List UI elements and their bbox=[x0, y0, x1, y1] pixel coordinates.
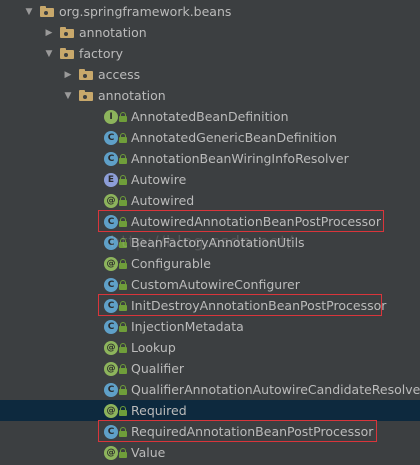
tree-row-factory-annotation-package[interactable]: ▼ annotation bbox=[0, 85, 420, 106]
tree-item-label: org.springframework.beans bbox=[59, 4, 232, 19]
tree-item-label: RequiredAnnotationBeanPostProcessor bbox=[131, 424, 374, 439]
lock-icon bbox=[119, 405, 127, 416]
tree-item-label: InjectionMetadata bbox=[131, 319, 244, 334]
tree-item-label: Autowired bbox=[131, 193, 195, 208]
annotation-icon: @ bbox=[104, 445, 118, 460]
annotation-icon: @ bbox=[104, 340, 118, 355]
lock-icon bbox=[119, 363, 127, 374]
tree-row-class[interactable]: @ Lookup bbox=[0, 337, 420, 358]
package-folder-icon bbox=[60, 48, 74, 59]
package-folder-icon bbox=[60, 27, 74, 38]
class-icon: C bbox=[104, 214, 118, 229]
tree-item-label: annotation bbox=[98, 88, 166, 103]
package-folder-icon bbox=[79, 69, 93, 80]
tree-row-class[interactable]: @ Autowired bbox=[0, 190, 420, 211]
tree-row-class[interactable]: @ Configurable bbox=[0, 253, 420, 274]
tree-item-label: CustomAutowireConfigurer bbox=[131, 277, 300, 292]
tree-row-class[interactable]: C AnnotationBeanWiringInfoResolver bbox=[0, 148, 420, 169]
tree-item-label: Configurable bbox=[131, 256, 211, 271]
tree-row-org-springframework-beans[interactable]: ▼ org.springframework.beans bbox=[0, 1, 420, 22]
lock-icon bbox=[119, 300, 127, 311]
tree-row-access-package[interactable]: ▶ access bbox=[0, 64, 420, 85]
lock-icon bbox=[119, 132, 127, 143]
tree-row-class[interactable]: @ Value bbox=[0, 442, 420, 463]
annotation-icon: @ bbox=[104, 361, 118, 376]
lock-icon bbox=[119, 237, 127, 248]
tree-item-label: AnnotatedGenericBeanDefinition bbox=[131, 130, 337, 145]
chevron-down-icon[interactable]: ▼ bbox=[63, 91, 73, 101]
tree-row-class[interactable]: C InjectionMetadata bbox=[0, 316, 420, 337]
package-folder-icon bbox=[79, 90, 93, 101]
lock-icon bbox=[119, 447, 127, 458]
annotation-icon: @ bbox=[104, 403, 118, 418]
tree-item-label: Lookup bbox=[131, 340, 176, 355]
tree-item-label: BeanFactoryAnnotationUtils bbox=[131, 235, 305, 250]
tree-item-label: AnnotatedBeanDefinition bbox=[131, 109, 289, 124]
lock-icon bbox=[119, 111, 127, 122]
tree-row-class[interactable]: E Autowire bbox=[0, 169, 420, 190]
tree-item-label: Autowire bbox=[131, 172, 187, 187]
lock-icon bbox=[119, 426, 127, 437]
interface-icon: I bbox=[104, 109, 118, 124]
tree-item-label: AnnotationBeanWiringInfoResolver bbox=[131, 151, 349, 166]
chevron-down-icon[interactable]: ▼ bbox=[44, 49, 54, 59]
package-folder-icon bbox=[40, 6, 54, 17]
tree-row-class[interactable]: @ Qualifier bbox=[0, 358, 420, 379]
tree-item-label: factory bbox=[79, 46, 124, 61]
lock-icon bbox=[119, 279, 127, 290]
class-icon: C bbox=[104, 424, 118, 439]
class-icon: C bbox=[104, 235, 118, 250]
tree-item-label: InitDestroyAnnotationBeanPostProcessor bbox=[131, 298, 387, 313]
tree-row-class[interactable]: C AutowiredAnnotationBeanPostProcessor bbox=[0, 211, 420, 232]
tree-row-class[interactable]: C CustomAutowireConfigurer bbox=[0, 274, 420, 295]
lock-icon bbox=[119, 384, 127, 395]
tree-row-class[interactable]: I AnnotatedBeanDefinition bbox=[0, 106, 420, 127]
tree-row-class[interactable]: C QualifierAnnotationAutowireCandidateRe… bbox=[0, 379, 420, 400]
class-icon: C bbox=[104, 298, 118, 313]
project-tree: ▼ org.springframework.beans ▶ annotation… bbox=[0, 0, 420, 465]
tree-row-class[interactable]: C InitDestroyAnnotationBeanPostProcessor bbox=[0, 295, 420, 316]
lock-icon bbox=[119, 195, 127, 206]
tree-row-class[interactable]: C BeanFactoryAnnotationUtils bbox=[0, 232, 420, 253]
tree-item-label: QualifierAnnotationAutowireCandidateReso… bbox=[131, 382, 420, 397]
tree-item-label: Required bbox=[131, 403, 187, 418]
lock-icon bbox=[119, 258, 127, 269]
tree-item-label: Value bbox=[131, 445, 166, 460]
chevron-down-icon[interactable]: ▼ bbox=[24, 7, 34, 17]
chevron-right-icon[interactable]: ▶ bbox=[63, 70, 73, 80]
lock-icon bbox=[119, 216, 127, 227]
tree-row-annotation-package[interactable]: ▶ annotation bbox=[0, 22, 420, 43]
tree-item-label: annotation bbox=[79, 25, 147, 40]
tree-item-label: access bbox=[98, 67, 141, 82]
enum-icon: E bbox=[104, 172, 118, 187]
lock-icon bbox=[119, 342, 127, 353]
lock-icon bbox=[119, 153, 127, 164]
tree-row-class[interactable]: C AnnotatedGenericBeanDefinition bbox=[0, 127, 420, 148]
lock-icon bbox=[119, 174, 127, 185]
tree-row-factory-package[interactable]: ▼ factory bbox=[0, 43, 420, 64]
tree-item-label: Qualifier bbox=[131, 361, 185, 376]
tree-row-class-selected[interactable]: @ Required bbox=[0, 400, 420, 421]
class-icon: C bbox=[104, 277, 118, 292]
lock-icon bbox=[119, 321, 127, 332]
class-icon: C bbox=[104, 151, 118, 166]
class-icon: C bbox=[104, 130, 118, 145]
tree-item-label: AutowiredAnnotationBeanPostProcessor bbox=[131, 214, 381, 229]
class-icon: C bbox=[104, 319, 118, 334]
chevron-right-icon[interactable]: ▶ bbox=[44, 28, 54, 38]
annotation-icon: @ bbox=[104, 256, 118, 271]
tree-row-class[interactable]: C RequiredAnnotationBeanPostProcessor bbox=[0, 421, 420, 442]
class-icon: C bbox=[104, 382, 118, 397]
annotation-icon: @ bbox=[104, 193, 118, 208]
